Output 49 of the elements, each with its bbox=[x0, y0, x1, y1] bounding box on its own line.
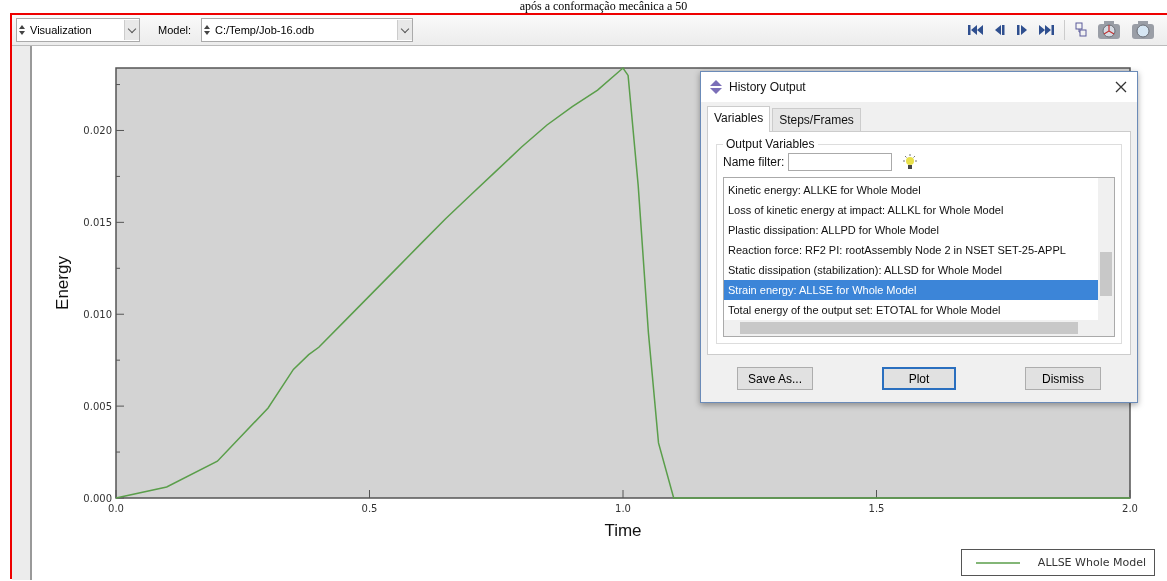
first-frame-icon[interactable] bbox=[968, 24, 984, 36]
y-tick-label: 0.000 bbox=[83, 493, 112, 504]
y-tick-label: 0.005 bbox=[83, 401, 112, 413]
name-filter-field[interactable] bbox=[788, 153, 893, 171]
lightbulb-icon[interactable] bbox=[902, 154, 919, 170]
chevron-icon bbox=[124, 20, 139, 40]
dialog-button[interactable]: Plot bbox=[882, 367, 956, 390]
camera-icon[interactable] bbox=[1131, 20, 1155, 40]
frames-icon[interactable] bbox=[1075, 22, 1087, 38]
vertical-scrollbar[interactable] bbox=[1098, 178, 1114, 320]
variable-item[interactable]: Kinetic energy: ALLKE for Whole Model bbox=[724, 180, 1098, 200]
model-dropdown[interactable]: C:/Temp/Job-16.odb bbox=[201, 18, 414, 42]
x-tick-label: 0.0 bbox=[108, 503, 124, 514]
caption-text: após a conformação mecânica a 50 bbox=[519, 0, 688, 13]
camera-icon[interactable] bbox=[1097, 20, 1121, 40]
next-frame-icon[interactable] bbox=[1016, 24, 1028, 36]
x-tick-label: 1.5 bbox=[868, 503, 885, 514]
x-tick-label: 1.0 bbox=[615, 503, 631, 514]
tab[interactable]: Steps/Frames bbox=[772, 108, 861, 131]
dialog-button[interactable]: Dismiss bbox=[1025, 367, 1101, 390]
module-dropdown[interactable]: Visualization bbox=[16, 18, 140, 42]
dialog-button[interactable]: Save As... bbox=[737, 367, 813, 390]
legend-line bbox=[975, 560, 1020, 565]
y-axis-title: Energy bbox=[53, 256, 72, 310]
legend-label: ALLSE Whole Model bbox=[1037, 556, 1146, 569]
y-tick-label: 0.020 bbox=[83, 125, 112, 137]
variable-item[interactable]: Reaction force: RF2 PI: rootAssembly Node 2 in NSET SET-25-APPL bbox=[724, 240, 1098, 260]
variable-item[interactable]: Loss of kinetic energy at impact: ALLKL for Whole Model bbox=[724, 200, 1098, 220]
filter-label: Name filter: bbox=[723, 155, 785, 169]
previous-frame-icon[interactable] bbox=[994, 24, 1006, 36]
tab[interactable]: Variables bbox=[707, 106, 771, 132]
y-tick-label: 0.015 bbox=[83, 217, 112, 229]
x-axis-title: Time bbox=[604, 521, 642, 540]
spinner-icon bbox=[17, 25, 27, 35]
x-tick-label: 0.5 bbox=[361, 503, 378, 514]
variable-item[interactable]: Static dissipation (stabilization): ALLSD for Whole Model bbox=[724, 260, 1098, 280]
last-frame-icon[interactable] bbox=[1038, 24, 1054, 36]
model-label: Model: bbox=[158, 24, 192, 36]
variable-item[interactable]: Strain energy: ALLSE for Whole Model bbox=[724, 280, 1098, 300]
horizontal-scrollbar[interactable] bbox=[724, 320, 1114, 336]
y-tick-label: 0.010 bbox=[83, 309, 112, 321]
group-title: Output Variables bbox=[723, 137, 818, 151]
dialog-title: History Output bbox=[729, 80, 806, 94]
variable-item[interactable]: Plastic dissipation: ALLPD for Whole Model bbox=[724, 220, 1098, 240]
app-icon bbox=[709, 80, 723, 94]
chevron-icon bbox=[397, 20, 413, 40]
variable-item[interactable]: Total energy of the output set: ETOTAL for Whole Model bbox=[724, 300, 1098, 320]
close-icon[interactable] bbox=[1115, 81, 1127, 93]
x-tick-label: 2.0 bbox=[1122, 503, 1138, 514]
